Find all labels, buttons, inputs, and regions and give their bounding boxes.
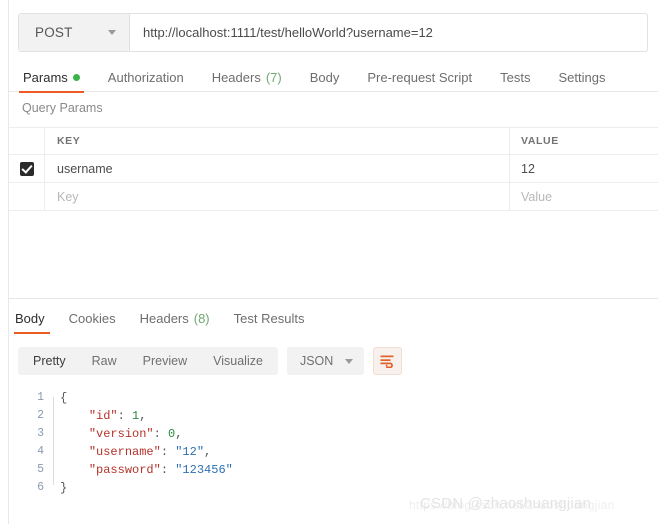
tab-params[interactable]: Params <box>9 62 94 93</box>
header-cell-checkbox <box>9 128 45 154</box>
line-number: 6 <box>37 481 44 494</box>
tab-test-results[interactable]: Test Results <box>222 303 317 333</box>
row-key-cell[interactable]: username <box>45 155 510 182</box>
tab-response-cookies[interactable]: Cookies <box>57 303 128 333</box>
line-number: 1 <box>37 391 44 404</box>
table-row: username 12 <box>9 155 658 183</box>
param-value-input-empty: Value <box>521 189 553 204</box>
tab-headers-count: (7) <box>265 69 282 85</box>
code-line: { <box>60 391 68 405</box>
http-method-select[interactable]: POST <box>19 14 130 51</box>
tab-tests-label: Tests <box>500 69 531 85</box>
param-key-input: username <box>57 161 113 176</box>
line-number-gutter: 1 2 3 4 5 6 <box>9 385 51 503</box>
tab-response-headers-count: (8) <box>193 310 210 326</box>
view-mode-raw[interactable]: Raw <box>79 347 130 375</box>
request-url-input[interactable]: http://localhost:1111/test/helloWorld?us… <box>130 14 647 51</box>
tab-response-body-label: Body <box>15 310 45 326</box>
chevron-down-icon <box>108 30 116 35</box>
table-row: Key Value <box>9 183 658 211</box>
param-enabled-checkbox[interactable] <box>19 161 34 176</box>
tab-settings[interactable]: Settings <box>544 62 619 92</box>
row-checkbox-cell <box>9 155 45 182</box>
code-fold-guide <box>53 397 54 485</box>
tab-body[interactable]: Body <box>296 62 354 92</box>
response-tab-bar: Body Cookies Headers (8) Test Results <box>9 303 658 334</box>
tab-response-headers-label: Headers <box>139 310 189 326</box>
header-cell-value: VALUE <box>521 135 559 147</box>
tab-authorization-label: Authorization <box>107 69 184 85</box>
view-mode-pretty[interactable]: Pretty <box>20 347 79 375</box>
tab-pre-request-script-label: Pre-request Script <box>367 69 473 85</box>
response-viewer-toolbar: Pretty Raw Preview Visualize JSON <box>18 347 403 375</box>
tab-test-results-label: Test Results <box>233 310 305 326</box>
tab-body-label: Body <box>309 69 340 85</box>
unsaved-dot-icon <box>72 73 80 81</box>
request-url-bar: POST http://localhost:1111/test/helloWor… <box>18 13 648 52</box>
request-tab-bar: Params Authorization Headers (7) Body Pr… <box>9 62 658 93</box>
line-number: 2 <box>37 409 44 422</box>
param-value-input: 12 <box>521 161 535 176</box>
line-number: 5 <box>37 463 44 476</box>
json-code-lines: { "id": 1, "version": 0, "username": "12… <box>51 385 658 503</box>
view-mode-visualize[interactable]: Visualize <box>200 347 276 375</box>
postman-window: POST http://localhost:1111/test/helloWor… <box>0 0 658 524</box>
params-empty-area <box>9 211 658 299</box>
row-key-cell[interactable]: Key <box>45 183 510 210</box>
tab-tests[interactable]: Tests <box>486 62 544 92</box>
watermark-label: CSDN @zhaoshuangjian <box>420 495 591 512</box>
tab-settings-label: Settings <box>558 69 606 85</box>
param-key-input-empty: Key <box>57 189 79 204</box>
tab-response-body[interactable]: Body <box>9 303 57 334</box>
row-value-cell[interactable]: 12 <box>510 155 658 182</box>
code-line: "username": "12", <box>88 445 212 459</box>
code-line: "id": 1, <box>88 409 147 423</box>
wrap-lines-icon <box>380 355 394 368</box>
query-params-title: Query Params <box>22 101 103 115</box>
response-format-label: JSON <box>299 354 334 368</box>
tab-headers-label: Headers <box>211 69 261 85</box>
tab-params-label: Params <box>23 69 68 85</box>
chevron-down-icon <box>345 358 354 364</box>
http-method-label: POST <box>35 25 73 40</box>
code-line: "password": "123456" <box>88 463 233 477</box>
view-mode-preview[interactable]: Preview <box>130 347 200 375</box>
response-body-viewer[interactable]: 1 2 3 4 5 6 { "id": 1, "version": 0, "us… <box>9 385 658 503</box>
row-checkbox-cell <box>9 183 45 210</box>
view-mode-group: Pretty Raw Preview Visualize <box>18 347 278 375</box>
row-value-cell[interactable]: Value <box>510 183 658 210</box>
header-cell-key: KEY <box>45 128 510 154</box>
line-number: 3 <box>37 427 44 440</box>
tab-response-headers[interactable]: Headers (8) <box>128 303 222 333</box>
query-params-table: KEY VALUE username 12 Key Value <box>9 127 658 211</box>
code-line: "version": 0, <box>88 427 183 441</box>
table-header-row: KEY VALUE <box>9 128 658 155</box>
tab-headers[interactable]: Headers (7) <box>198 62 296 92</box>
tab-authorization[interactable]: Authorization <box>94 62 198 92</box>
response-format-select[interactable]: JSON <box>286 347 365 375</box>
wrap-lines-button[interactable] <box>373 347 403 375</box>
tab-response-cookies-label: Cookies <box>68 310 116 326</box>
line-number: 4 <box>37 445 44 458</box>
tab-pre-request-script[interactable]: Pre-request Script <box>353 62 486 92</box>
